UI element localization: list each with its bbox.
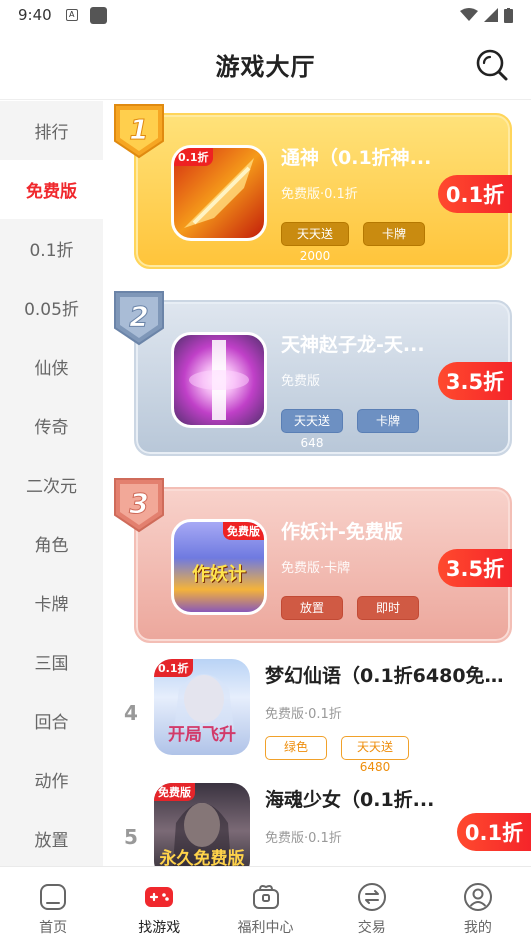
rank-number: 4: [124, 701, 138, 725]
light-pillar-art: [189, 340, 249, 420]
game-tag: 卡牌: [357, 409, 419, 433]
sidebar-item-free[interactable]: 免费版: [0, 160, 103, 219]
game-icon[interactable]: [171, 332, 267, 428]
game-icon[interactable]: 0.1折 开局飞升: [154, 659, 250, 755]
exchange-icon: [357, 883, 386, 911]
discount-badge: 0.1折: [438, 175, 512, 213]
game-tag: 天天送648: [281, 409, 343, 450]
game-subtitle: 免费版·卡牌: [281, 561, 351, 576]
game-icon[interactable]: 免费版 永久免费版: [154, 783, 250, 866]
game-tag: 放置: [281, 596, 343, 620]
game-tag: 即时: [357, 596, 419, 620]
sidebar-item-action[interactable]: 动作: [0, 750, 103, 809]
gift-icon: [252, 885, 279, 909]
nav-home[interactable]: 首页: [0, 867, 106, 945]
nav-label: 我的: [463, 920, 492, 936]
game-name: 天神赵子龙-天...: [281, 334, 425, 356]
nav-label: 找游戏: [138, 920, 181, 936]
icon-title: 永久免费版: [159, 849, 245, 866]
rank-2-medal-icon: 2: [114, 291, 164, 346]
sidebar-item-idle[interactable]: 放置: [0, 809, 103, 868]
status-time: 9:40: [18, 6, 52, 24]
game-subtitle: 免费版·0.1折: [281, 187, 358, 202]
discount-badge: 3.5折: [438, 549, 512, 587]
sidebar-item-turn-based[interactable]: 回合: [0, 691, 103, 750]
rank-number: 3: [129, 487, 148, 520]
top-game-card-1[interactable]: 0.1折 通神（0.1折神... 免费版·0.1折 天天送2000 卡牌 0.1…: [134, 113, 512, 269]
game-tag: 卡牌: [363, 222, 425, 246]
sidebar-item-0.1-discount[interactable]: 0.1折: [0, 219, 103, 278]
game-tag: 天天送2000: [281, 222, 349, 263]
game-subtitle: 免费版: [281, 374, 321, 389]
rank-number: 2: [129, 300, 148, 333]
game-icon[interactable]: 免费版 作妖计: [171, 519, 267, 615]
sidebar-item-xianxia[interactable]: 仙侠: [0, 337, 103, 396]
app-header: 游戏大厅: [0, 30, 531, 100]
user-icon: [463, 883, 492, 911]
rank-3-medal-icon: 3: [114, 478, 164, 533]
game-name: 海魂少女（0.1折...: [265, 789, 435, 811]
battery-icon: [504, 7, 513, 23]
sidebar-item-rpg[interactable]: 角色: [0, 514, 103, 573]
rank-1-medal-icon: 1: [114, 104, 164, 159]
notification-icon: A: [65, 9, 78, 21]
game-name: 通神（0.1折神...: [281, 147, 432, 169]
game-subtitle: 免费版·0.1折: [265, 831, 342, 846]
search-icon[interactable]: [475, 48, 509, 82]
icon-title: 开局飞升: [168, 725, 236, 745]
top-game-card-2[interactable]: 天神赵子龙-天... 免费版 天天送648 卡牌 3.5折: [134, 300, 512, 456]
game-list: 0.1折 通神（0.1折神... 免费版·0.1折 天天送2000 卡牌 0.1…: [103, 101, 531, 866]
sidebar-item-anime[interactable]: 二次元: [0, 455, 103, 514]
game-subtitle: 免费版·0.1折: [265, 707, 342, 722]
nav-profile[interactable]: 我的: [425, 867, 531, 945]
status-bar: 9:40 A: [0, 0, 531, 30]
sidebar-item-ranking[interactable]: 排行: [0, 101, 103, 160]
sidebar-item-legend[interactable]: 传奇: [0, 396, 103, 455]
game-name: 作妖计-免费版: [281, 521, 403, 543]
game-row-4[interactable]: 4 0.1折 开局飞升 梦幻仙语（0.1折6480免... 免费版·0.1折 绿…: [103, 659, 531, 779]
game-row-5[interactable]: 5 免费版 永久免费版 海魂少女（0.1折... 免费版·0.1折 0.1折: [103, 783, 531, 866]
category-sidebar: 排行 免费版 0.1折 0.05折 仙侠 传奇 二次元 角色 卡牌 三国 回合 …: [0, 101, 103, 866]
nav-find-games[interactable]: 找游戏: [106, 867, 212, 945]
game-icon[interactable]: 0.1折: [171, 145, 267, 241]
home-icon: [40, 884, 67, 910]
top-game-card-3[interactable]: 免费版 作妖计 作妖计-免费版 免费版·卡牌 放置 即时 3.5折: [134, 487, 512, 643]
nav-label: 首页: [39, 920, 68, 936]
sidebar-item-three-kingdoms[interactable]: 三国: [0, 632, 103, 691]
rank-number: 5: [124, 825, 138, 849]
nav-label: 福利中心: [237, 920, 294, 936]
nav-label: 交易: [357, 920, 386, 936]
sword-slash-art: [184, 158, 254, 228]
wifi-icon: [460, 8, 478, 21]
nav-trade[interactable]: 交易: [319, 867, 425, 945]
app-notification-icon: [89, 6, 107, 24]
bottom-nav: 首页 找游戏 福利中心 交易 我的: [0, 866, 531, 945]
sidebar-item-card[interactable]: 卡牌: [0, 573, 103, 632]
rank-number: 1: [129, 113, 148, 146]
game-tag: 天天送6480: [341, 736, 409, 774]
discount-badge: 3.5折: [438, 362, 512, 400]
game-tag: 绿色: [265, 736, 327, 760]
signal-icon: [484, 8, 498, 22]
discount-badge: 0.1折: [457, 813, 531, 851]
gamepad-icon: [145, 887, 174, 907]
icon-badge: 免费版: [223, 522, 264, 540]
icon-title: 作妖计: [192, 564, 246, 585]
page-title: 游戏大厅: [215, 53, 316, 81]
nav-welfare-center[interactable]: 福利中心: [212, 867, 318, 945]
game-name: 梦幻仙语（0.1折6480免...: [265, 665, 505, 687]
sidebar-item-0.05-discount[interactable]: 0.05折: [0, 278, 103, 337]
